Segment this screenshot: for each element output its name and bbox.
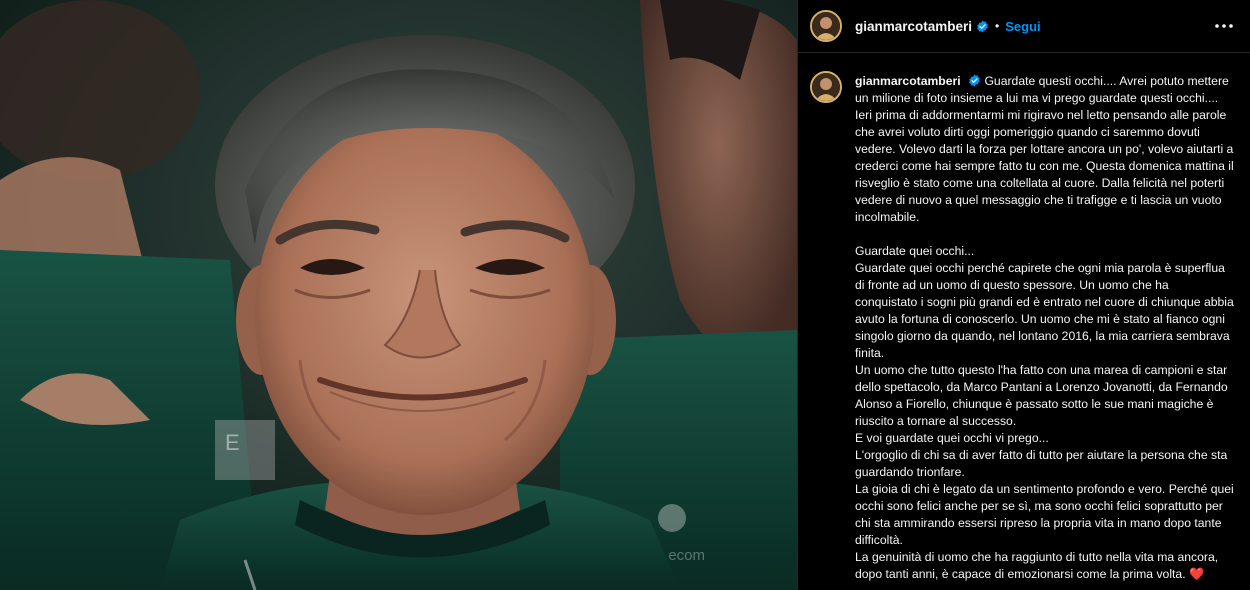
avatar[interactable]	[810, 10, 842, 42]
follow-button[interactable]: Segui	[1005, 19, 1040, 34]
caption-paragraph: Guardate quei occhi perché capirete che …	[855, 261, 1234, 360]
caption-paragraph: E voi guardate quei occhi vi prego...	[855, 431, 1049, 445]
more-options-icon[interactable]	[1212, 14, 1236, 38]
post-header: gianmarcotamberi • Segui	[798, 0, 1250, 53]
caption-paragraph: Guardate quei occhi...	[855, 244, 975, 258]
caption-paragraph: La genuinità di uomo che ha raggiunto di…	[855, 550, 1219, 581]
verified-badge-icon	[976, 20, 989, 33]
post-caption: gianmarcotamberi Guardate questi occhi..…	[855, 73, 1234, 583]
avatar-image	[812, 12, 840, 40]
caption-paragraph: L'orgoglio di chi sa di aver fatto di tu…	[855, 448, 1228, 479]
post-side-panel: gianmarcotamberi • Segui gianmarcotamber…	[797, 0, 1250, 590]
caption-username[interactable]: gianmarcotamberi	[855, 74, 961, 88]
caption-row: gianmarcotamberi Guardate questi occhi..…	[810, 71, 1234, 583]
caption-paragraph: Un uomo che tutto questo l'ha fatto con …	[855, 363, 1228, 428]
caption-paragraph: La gioia di chi è legato da un sentiment…	[855, 482, 1234, 547]
caption-paragraph: Guardate questi occhi.... Avrei potuto m…	[855, 74, 1234, 224]
heart-emoji-icon: ❤️	[1189, 567, 1205, 581]
post-photo-image: E sp...ecom	[0, 0, 797, 590]
comments-section: gianmarcotamberi Guardate questi occhi..…	[798, 53, 1250, 590]
instagram-post: E sp...ecom gianmarcotamberi • Segui gia…	[0, 0, 1250, 590]
separator-dot: •	[995, 19, 1000, 33]
avatar-image	[812, 73, 840, 101]
verified-badge-icon	[968, 74, 981, 87]
header-username[interactable]: gianmarcotamberi	[855, 19, 972, 34]
post-photo[interactable]: E sp...ecom	[0, 0, 797, 590]
caption-avatar[interactable]	[810, 71, 842, 103]
